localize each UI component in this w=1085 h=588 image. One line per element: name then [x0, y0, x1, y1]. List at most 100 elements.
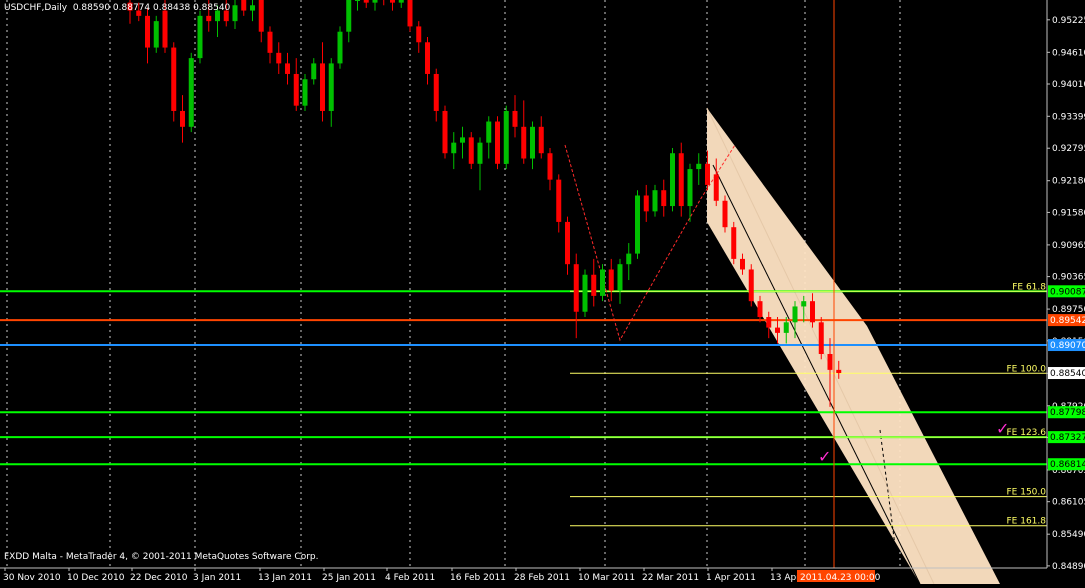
chart-window[interactable]: FE 61.8 FE 100.0 FE 123.6 FE 150.0 FE 161.8 … — [0, 0, 1085, 585]
y-tick-label: 0.93399 — [1052, 112, 1085, 122]
candle-body — [477, 142, 483, 164]
candle-body — [556, 179, 562, 222]
price-tag-label: 0.87327 — [1050, 433, 1085, 443]
candle-body — [293, 73, 299, 106]
candle-body — [705, 163, 710, 185]
candle-body — [635, 195, 640, 254]
price-tag-label: 0.89070 — [1050, 341, 1085, 351]
candle-body — [145, 15, 150, 48]
candle-body — [206, 15, 212, 22]
candle-body — [731, 227, 737, 259]
y-tick-label: 0.94610 — [1052, 48, 1085, 58]
candle-body — [740, 258, 745, 270]
candle-body — [171, 47, 177, 111]
candle-body — [661, 190, 667, 207]
fib-level-label: FE 100.0 — [1007, 364, 1047, 374]
candle-body — [617, 264, 623, 291]
y-tick-label: 0.90965 — [1052, 241, 1085, 251]
candle-body — [241, 0, 247, 11]
candle-body — [678, 153, 684, 207]
candle-body — [521, 126, 527, 159]
candle-body — [512, 110, 518, 127]
candle-body — [153, 21, 159, 48]
x-tick-label: 4 Feb 2011 — [385, 573, 435, 583]
candle-body — [836, 369, 842, 374]
candle-body — [565, 221, 570, 265]
candle-body — [748, 269, 754, 302]
fib-level-label: FE 123.6 — [1007, 428, 1047, 438]
price-tag-label: 0.90087 — [1050, 287, 1085, 297]
candle-body — [818, 322, 824, 355]
x-tick-label: 22 Dec 2010 — [130, 573, 188, 583]
candle-body — [713, 174, 719, 201]
candle-body — [827, 354, 833, 370]
candle-body — [538, 126, 544, 154]
price-tag-label: 0.89542 — [1050, 316, 1085, 326]
candle-body — [801, 301, 807, 307]
candle-body — [442, 110, 448, 154]
candle-body — [180, 110, 185, 127]
candle-body — [311, 63, 317, 80]
candle-body — [258, 0, 264, 32]
x-tick-label: 3 Jan 2011 — [193, 573, 241, 583]
cursor-time-tag: 2011.04.23 00:00 — [797, 570, 881, 583]
candle-body — [687, 169, 693, 207]
x-tick-label: 22 Mar 2011 — [642, 573, 699, 583]
x-tick-label: 28 Feb 2011 — [514, 573, 570, 583]
candle-body — [600, 269, 605, 296]
candle-body — [162, 10, 168, 48]
ohlc-values: 0.88590 0.88774 0.88438 0.88540 — [72, 3, 231, 13]
x-tick-label: 25 Jan 2011 — [322, 573, 376, 583]
candle-body — [363, 0, 369, 3]
candle-body — [407, 0, 413, 27]
candle-body — [783, 322, 789, 333]
y-tick-label: 0.92180 — [1052, 177, 1085, 187]
candle-body — [792, 306, 798, 323]
candle-body — [232, 5, 238, 22]
cursor-time-label: 2011.04.23 00:00 — [800, 573, 881, 583]
y-tick-label: 0.85490 — [1052, 530, 1085, 540]
price-tag-label: 0.88540 — [1050, 369, 1085, 379]
y-tick-label: 0.84890 — [1052, 562, 1085, 572]
price-tag-label: 0.87798 — [1050, 408, 1085, 418]
x-tick-label: 1 Apr 2011 — [706, 573, 756, 583]
x-tick-label: 10 Dec 2010 — [67, 573, 125, 583]
candle-body — [495, 121, 500, 164]
candle-body — [766, 317, 772, 328]
candle-body — [390, 0, 395, 3]
candle-body — [250, 5, 255, 11]
candle-body — [696, 163, 702, 170]
candle-body — [582, 274, 588, 312]
check-mark-icon-2: ✓ — [818, 447, 831, 466]
candle-body — [451, 142, 457, 154]
check-mark-icon: ✓ — [996, 419, 1009, 438]
y-tick-label: 0.90365 — [1052, 273, 1085, 283]
candle-body — [468, 137, 474, 164]
candle-body — [503, 110, 509, 164]
candle-body — [416, 26, 422, 43]
candle-body — [425, 42, 430, 74]
candle-body — [337, 31, 343, 64]
candle-body — [328, 63, 334, 111]
candle-body — [652, 190, 658, 212]
candle-body — [643, 195, 649, 212]
y-tick-label: 0.91580 — [1052, 208, 1085, 218]
price-tag-label: 0.86814 — [1050, 460, 1085, 470]
candle-body — [591, 274, 597, 296]
candle-body — [547, 153, 553, 180]
candle-body — [398, 0, 404, 3]
y-tick-label: 0.94010 — [1052, 80, 1085, 90]
copyright-text: FXDD Malta - MetaTrader 4, © 2001-2011 M… — [4, 552, 319, 562]
candle-body — [320, 63, 325, 111]
candlestick-chart[interactable]: FE 61.8FE 100.0FE 123.6FE 150.0FE 161.8 … — [0, 0, 1085, 585]
candle-body — [530, 126, 535, 159]
candle-body — [433, 73, 439, 111]
candle-body — [775, 327, 780, 333]
candle-body — [573, 264, 579, 312]
y-tick-label: 0.92795 — [1052, 144, 1085, 154]
x-tick-label: 10 Mar 2011 — [578, 573, 635, 583]
chart-header: USDCHF,Daily 0.88590 0.88774 0.88438 0.8… — [4, 3, 230, 13]
candle-body — [810, 301, 815, 323]
y-tick-label: 0.86105 — [1052, 498, 1085, 508]
symbol-timeframe: USDCHF,Daily — [4, 3, 68, 13]
